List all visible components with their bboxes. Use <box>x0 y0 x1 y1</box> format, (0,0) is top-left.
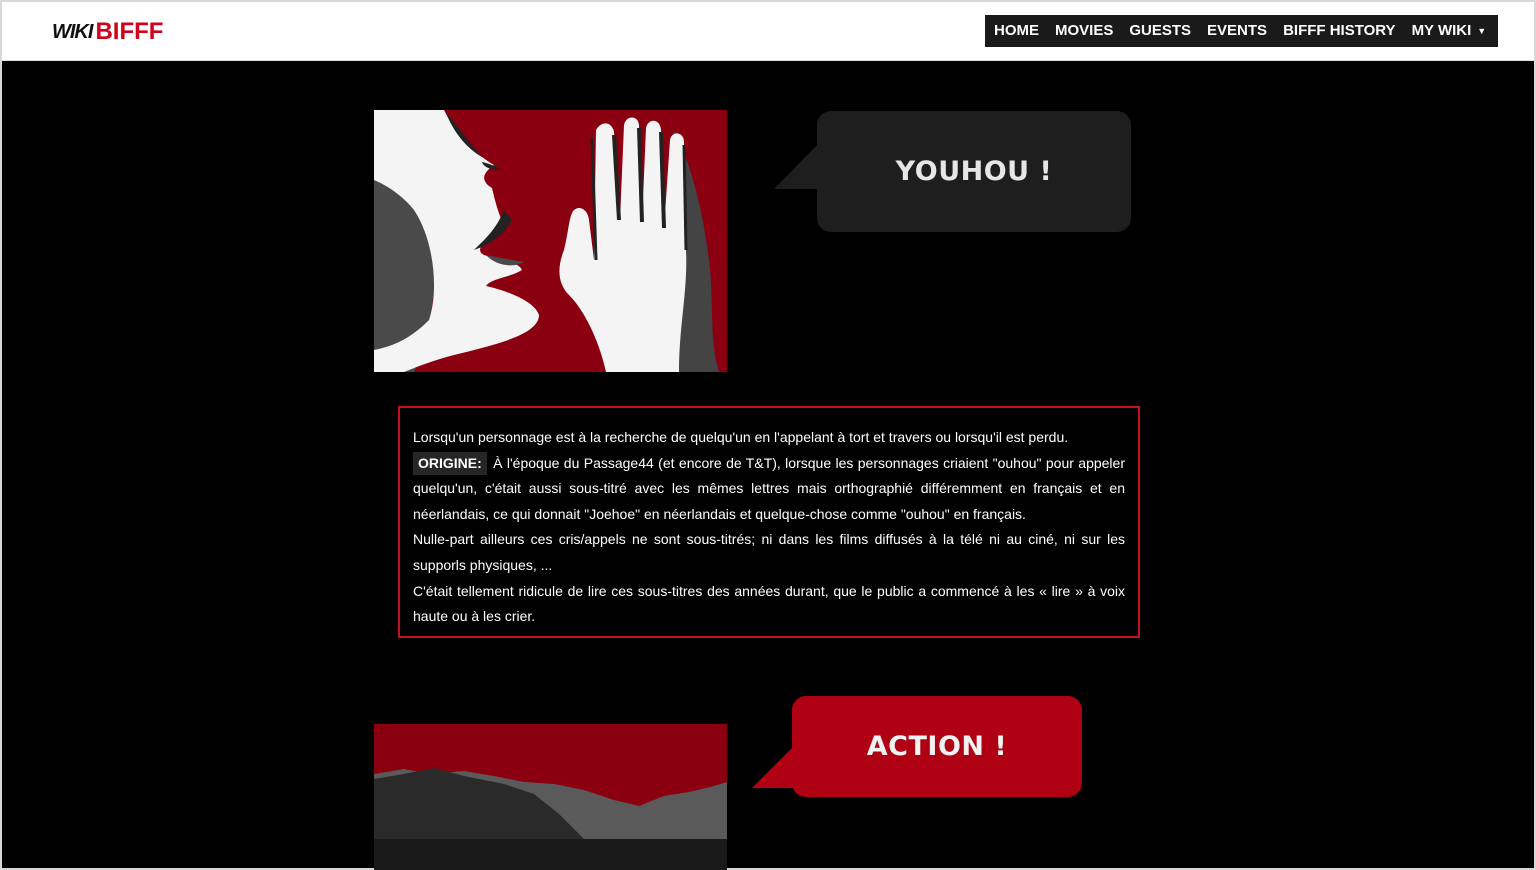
main-nav: HOME MOVIES GUESTS EVENTS BIFFF HISTORY … <box>985 15 1498 47</box>
speech-bubble-action: ACTION ! <box>792 696 1082 797</box>
definition-box: Lorsqu'un personnage est à la recherche … <box>398 406 1140 638</box>
definition-paragraph-2: Nulle-part ailleurs ces cris/appels ne s… <box>413 531 1125 573</box>
logo-wiki-text: WIKI <box>52 20 93 43</box>
nav-item-home[interactable]: HOME <box>985 15 1047 47</box>
origin-text: À l'époque du Passage44 (et encore de T&… <box>413 454 1125 522</box>
shouting-illustration <box>374 110 727 372</box>
nav-item-movies[interactable]: MOVIES <box>1047 15 1121 47</box>
origin-label: ORIGINE: <box>413 451 487 475</box>
logo-bifff-text: BIFFF <box>95 18 164 45</box>
landscape-image <box>374 724 727 870</box>
speech-bubble-action-text: ACTION ! <box>866 731 1008 762</box>
speech-bubble-youhou: YOUHOU ! <box>817 111 1131 232</box>
site-header: WIKI BIFFF HOME MOVIES GUESTS EVENTS BIF… <box>2 2 1534 61</box>
nav-item-events[interactable]: EVENTS <box>1199 15 1275 47</box>
nav-item-bifff-history[interactable]: BIFFF HISTORY <box>1275 15 1404 47</box>
nav-item-guests[interactable]: GUESTS <box>1121 15 1199 47</box>
nav-item-my-wiki-label: MY WIKI <box>1411 21 1472 39</box>
action-illustration <box>374 724 727 870</box>
site-logo[interactable]: WIKI BIFFF <box>52 17 163 47</box>
shouting-face-hand-image <box>374 110 727 372</box>
definition-intro: Lorsqu'un personnage est à la recherche … <box>413 429 1069 445</box>
nav-item-my-wiki[interactable]: MY WIKI ▼ <box>1404 15 1495 47</box>
definition-origin: ORIGINE: À l'époque du Passage44 (et enc… <box>413 451 1125 528</box>
caret-down-icon: ▼ <box>1477 26 1487 37</box>
definition-paragraph-3: C'était tellement ridicule de lire ces s… <box>413 582 1125 625</box>
speech-bubble-text: YOUHOU ! <box>895 156 1053 187</box>
